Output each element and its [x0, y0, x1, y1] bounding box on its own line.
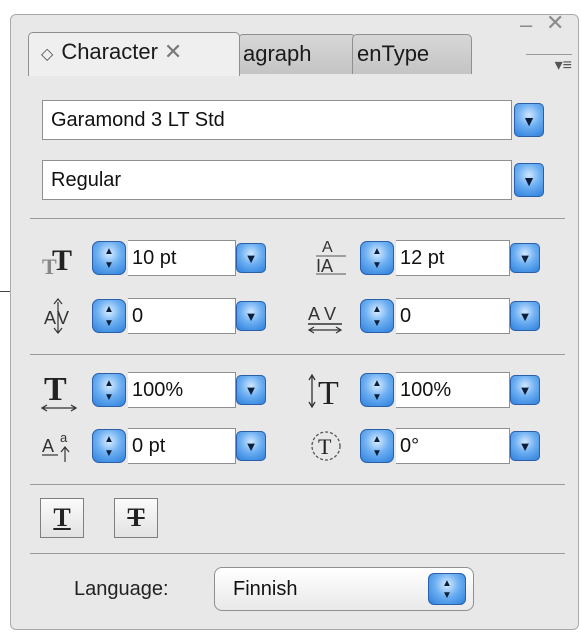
leading-control[interactable]: ▲ ▼ 12 pt ▼: [360, 238, 540, 278]
font-family-field[interactable]: Garamond 3 LT Std ▼: [42, 100, 552, 140]
tab-character[interactable]: ◇ Character ✕: [28, 32, 240, 76]
divider: [30, 354, 565, 355]
font-style-dropdown-button[interactable]: ▼: [514, 163, 544, 197]
character-rotation-dropdown-button[interactable]: ▼: [510, 431, 540, 461]
horizontal-scale-stepper[interactable]: ▲ ▼: [360, 373, 394, 407]
horizontal-scale-icon: T: [306, 370, 346, 412]
svg-text:IA: IA: [316, 256, 333, 276]
svg-text:T: T: [52, 244, 72, 277]
tab-reorder-icon: ◇: [41, 46, 54, 63]
kerning-stepper[interactable]: ▲ ▼: [92, 299, 126, 333]
vertical-scale-stepper[interactable]: ▲ ▼: [92, 373, 126, 407]
horizontal-scale-control[interactable]: ▲ ▼ 100% ▼: [360, 370, 540, 410]
character-rotation-stepper[interactable]: ▲ ▼: [360, 429, 394, 463]
character-rotation-control[interactable]: ▲ ▼ 0° ▼: [360, 426, 540, 466]
font-size-dropdown-button[interactable]: ▼: [236, 243, 266, 273]
horizontal-scale-dropdown-button[interactable]: ▼: [510, 375, 540, 405]
divider: [30, 218, 565, 219]
close-tab-icon[interactable]: ✕: [164, 39, 182, 64]
svg-text:A: A: [44, 308, 56, 328]
language-value: Finnish: [233, 578, 298, 600]
baseline-shift-dropdown-button[interactable]: ▼: [236, 431, 266, 461]
svg-text:V: V: [324, 304, 336, 324]
font-size-input[interactable]: 10 pt: [128, 240, 236, 276]
font-style-input[interactable]: Regular: [42, 160, 512, 200]
strikethrough-icon: T: [127, 503, 145, 532]
svg-text:A: A: [322, 239, 333, 256]
kerning-control[interactable]: ▲ ▼ 0 ▼: [92, 296, 272, 336]
chevron-down-icon: ▼: [522, 173, 536, 189]
vertical-scale-icon: T: [40, 370, 80, 412]
svg-text:a: a: [60, 430, 68, 445]
baseline-shift-stepper[interactable]: ▲ ▼: [92, 429, 126, 463]
font-family-dropdown-button[interactable]: ▼: [514, 103, 544, 137]
leading-input[interactable]: 12 pt: [396, 240, 510, 276]
leading-stepper[interactable]: ▲ ▼: [360, 241, 394, 275]
tracking-stepper[interactable]: ▲ ▼: [360, 299, 394, 333]
tracking-control[interactable]: ▲ ▼ 0 ▼: [360, 296, 540, 336]
svg-text:T: T: [318, 434, 332, 459]
left-edge-line: [0, 291, 10, 292]
panel-menu-icon: ▾≡: [554, 57, 572, 74]
svg-text:V: V: [57, 308, 69, 328]
baseline-shift-icon: A a: [40, 426, 80, 466]
character-rotation-input[interactable]: 0°: [396, 428, 510, 464]
svg-text:A: A: [42, 436, 54, 456]
font-size-stepper[interactable]: ▲ ▼: [92, 241, 126, 275]
kerning-input[interactable]: 0: [128, 298, 236, 334]
font-family-input[interactable]: Garamond 3 LT Std: [42, 100, 512, 140]
kerning-icon: A V: [40, 296, 80, 336]
tab-label: enType: [357, 41, 430, 66]
panel-menu-button[interactable]: ▾≡: [526, 54, 572, 79]
baseline-shift-control[interactable]: ▲ ▼ 0 pt ▼: [92, 426, 272, 466]
horizontal-scale-input[interactable]: 100%: [396, 372, 510, 408]
tracking-icon: A V: [306, 296, 346, 336]
divider: [30, 553, 565, 554]
minimize-button[interactable]: –: [520, 14, 532, 36]
underline-button[interactable]: T: [40, 498, 84, 538]
underline-icon: T: [53, 503, 71, 532]
language-label: Language:: [74, 578, 169, 600]
leading-dropdown-button[interactable]: ▼: [510, 243, 540, 273]
leading-icon: A IA: [312, 234, 352, 276]
tab-label: Character: [61, 39, 158, 64]
chevron-down-icon: ▼: [522, 113, 536, 129]
vertical-scale-dropdown-button[interactable]: ▼: [236, 375, 266, 405]
tab-label: agraph: [243, 41, 312, 66]
font-style-field[interactable]: Regular ▼: [42, 160, 552, 200]
svg-text:T: T: [318, 375, 339, 412]
vertical-scale-input[interactable]: 100%: [128, 372, 236, 408]
strikethrough-button[interactable]: T: [114, 498, 158, 538]
vertical-scale-control[interactable]: ▲ ▼ 100% ▼: [92, 370, 272, 410]
close-panel-button[interactable]: ✕: [546, 12, 564, 34]
tab-opentype[interactable]: enType: [352, 34, 472, 74]
font-size-control[interactable]: ▲ ▼ 10 pt ▼: [92, 238, 272, 278]
language-stepper-button[interactable]: ▲ ▼: [428, 573, 466, 605]
tracking-dropdown-button[interactable]: ▼: [510, 301, 540, 331]
character-rotation-icon: T: [306, 426, 346, 466]
svg-text:T: T: [44, 371, 67, 408]
tab-paragraph[interactable]: agraph: [238, 34, 356, 74]
tracking-input[interactable]: 0: [396, 298, 510, 334]
svg-text:A: A: [308, 304, 320, 324]
divider: [30, 484, 565, 485]
kerning-dropdown-button[interactable]: ▼: [236, 301, 266, 331]
baseline-shift-input[interactable]: 0 pt: [128, 428, 236, 464]
font-size-icon: T T: [40, 238, 80, 279]
